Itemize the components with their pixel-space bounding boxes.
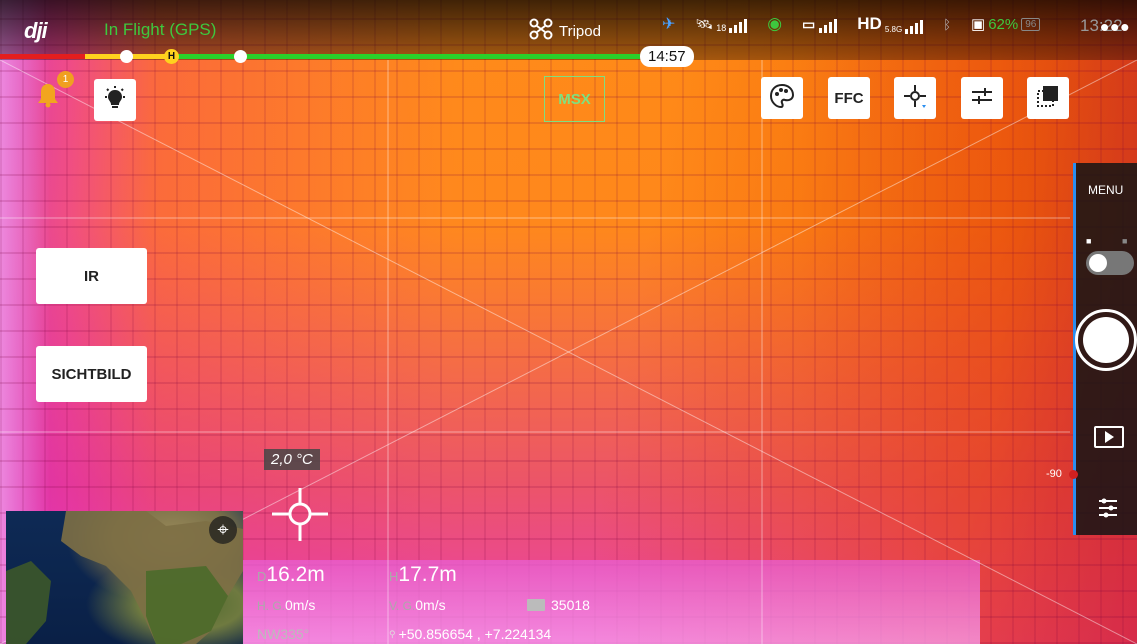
palette-icon [769,83,795,113]
gps-signal[interactable]: 🛰 18 [695,15,748,33]
progress-segment-low [0,54,85,59]
mini-map[interactable] [6,511,243,644]
photo-mode-icon: ■ [1086,236,1092,246]
dji-logo[interactable]: dji [24,18,48,44]
bluetooth-icon: ᛒ [943,16,951,32]
palette-button[interactable] [761,77,803,119]
play-icon [1105,431,1114,443]
display-layout-button[interactable] [1027,77,1069,119]
video-mode-icon: ■ [1122,236,1128,246]
playback-button[interactable] [1094,426,1124,448]
layers-icon [1035,83,1061,113]
beacon-light-button[interactable] [94,79,136,121]
gps-coordinates-readout: ⚲ +50.856654 , +7.224134 [389,626,551,642]
spot-temperature-readout: 2,0 °C [264,449,320,470]
photo-video-toggle[interactable] [1086,251,1134,275]
hd-band-label: 5.8G [884,25,903,34]
image-adjust-button[interactable] [961,77,1003,119]
distance-prefix: D [257,569,267,584]
camera-menu-button[interactable]: MENU [1088,183,1123,197]
gps-signal-bars-icon [729,18,748,33]
aircraft-signal-icon[interactable]: ✈ [662,14,675,34]
flight-status[interactable]: In Flight (GPS) [104,20,216,40]
battery-icon: ▣ [971,16,986,33]
vertical-speed-readout: V. G.0m/s [389,597,446,613]
storage-readout: 35018 [527,597,590,613]
gimbal-angle-min: -90 [1046,468,1062,480]
storage-count: 35018 [551,597,590,613]
home-point-marker: H [164,49,179,64]
more-options-icon[interactable]: ••• [1100,12,1130,43]
gps-satellite-count: 18 [716,22,727,33]
remote-controller-icon: ▭ [802,15,816,32]
notification-bell-icon[interactable] [37,82,59,113]
crosshair-icon [902,83,928,113]
ir-view-button[interactable]: IR [36,248,147,304]
light-bulb-icon [102,85,128,115]
tripod-mode-icon [529,18,553,44]
distance-value: 16.2m [266,563,325,586]
height-prefix: H [389,569,399,584]
toggle-knob [1089,254,1107,272]
shutter-inner [1083,317,1129,363]
satellite-icon: 🛰 [695,15,714,32]
status-icons: ✈ 🛰 18 ◉ ▭ HD 5.8G ᛒ ▣ 62% 96 [662,14,1041,34]
hd-icon: HD [857,14,882,33]
flight-mode-label: Tripod [559,22,601,40]
height-readout: H17.7m [389,563,457,587]
coordinates-value: +50.856654 , +7.224134 [398,626,552,642]
spot-meter-crosshair [272,488,328,541]
notification-count-badge: 1 [57,71,74,88]
battery-status[interactable]: ▣ 62% 96 [971,15,1041,33]
shutter-button[interactable] [1075,309,1137,371]
gimbal-position-indicator[interactable] [1069,470,1078,479]
remote-signal[interactable]: ▭ [802,15,838,33]
heading-readout: NW335° [257,626,310,642]
camera-settings-button[interactable] [1095,495,1121,526]
hspeed-value: 0m/s [285,597,316,613]
hd-video-signal[interactable]: HD 5.8G [857,14,924,34]
horizontal-speed-readout: H. G.0m/s [257,597,315,613]
rc-signal-bars-icon [819,18,838,33]
progress-marker [234,50,247,63]
hspeed-prefix: H. G. [257,599,286,613]
msx-mode-button[interactable]: MSX [544,76,605,122]
battery-flight-time-bar: H [0,49,640,64]
vspeed-prefix: V. G. [389,599,416,613]
battery-percent: 62% [988,15,1019,33]
distance-readout: D16.2m [257,563,325,587]
sd-card-icon [527,599,545,611]
locate-aircraft-icon[interactable]: ⌖ [209,516,237,544]
ffc-calibration-button[interactable]: FFC [828,77,870,119]
map-landmass [6,511,243,644]
visible-view-button[interactable]: SICHTBILD [36,346,147,402]
flight-mode[interactable]: Tripod [529,18,601,44]
location-pin-icon: ⚲ [389,628,396,639]
progress-marker [120,50,133,63]
remaining-flight-time: 14:57 [640,46,694,67]
sliders-icon [969,83,995,113]
hd-signal-bars-icon [905,20,924,34]
vspeed-value: 0m/s [415,597,446,613]
settings-sliders-icon [1095,498,1121,525]
height-value: 17.7m [398,563,457,586]
spot-meter-button[interactable] [894,77,936,119]
obstacle-sensing-icon[interactable]: ◉ [767,14,782,34]
battery-box-value: 96 [1021,17,1041,31]
